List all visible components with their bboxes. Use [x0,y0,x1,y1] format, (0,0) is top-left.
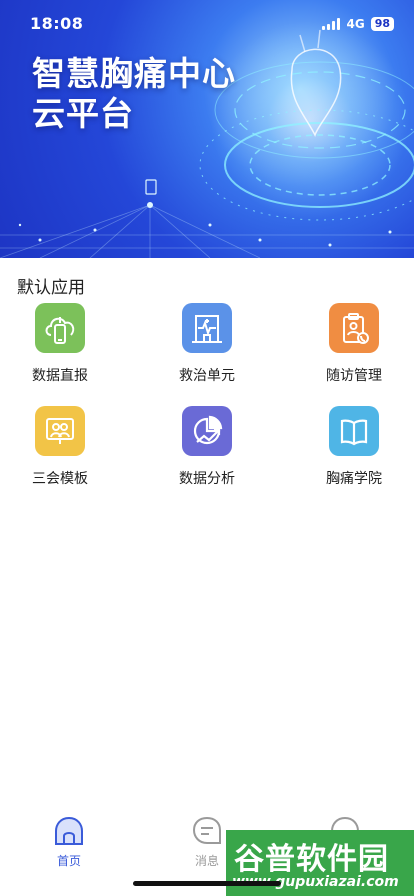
tab-label: 首页 [56,854,81,868]
app-label: 救治单元 [179,368,235,384]
home-indicator [133,881,281,886]
signal-icon [322,18,341,30]
tab-home[interactable]: 首页 [34,816,104,869]
watermark-logo: 谷普软件园 www.gupuxiazai.com [226,830,414,896]
network-type: 4G [346,17,365,31]
battery-icon: 98 [370,17,394,31]
app-data-report[interactable]: 数据直报 [5,303,115,385]
cloud-phone-icon [35,303,85,353]
home-icon [55,816,83,845]
analytics-chart-icon [182,406,232,456]
app-label: 三会模板 [32,471,88,487]
app-label: 随访管理 [326,368,382,384]
watermark-name: 谷普软件园 [234,842,389,877]
app-label: 数据直报 [32,368,88,384]
hero-title: 智慧胸痛中心 云平台 [32,54,236,134]
hospital-heartbeat-icon [182,303,232,353]
book-icon [329,406,379,456]
app-data-analysis[interactable]: 数据分析 [152,406,262,488]
hero-title-line1: 智慧胸痛中心 [32,54,236,93]
app-rescue-unit[interactable]: 救治单元 [152,303,262,385]
clipboard-phone-icon [329,303,379,353]
status-bar: 18:08 4G 98 [0,0,414,48]
meeting-people-icon [35,406,85,456]
hero-title-line2: 云平台 [32,94,134,133]
app-meeting-template[interactable]: 三会模板 [5,406,115,488]
app-label: 胸痛学院 [326,471,382,487]
app-label: 数据分析 [179,471,235,487]
app-follow-up[interactable]: 随访管理 [299,303,409,385]
message-icon [192,816,221,844]
status-time: 18:08 [30,14,84,33]
app-chest-pain-academy[interactable]: 胸痛学院 [299,406,409,488]
hero-banner: 18:08 4G 98 智慧胸痛中心 云平台 [0,0,414,258]
section-title: 默认应用 [17,278,85,298]
